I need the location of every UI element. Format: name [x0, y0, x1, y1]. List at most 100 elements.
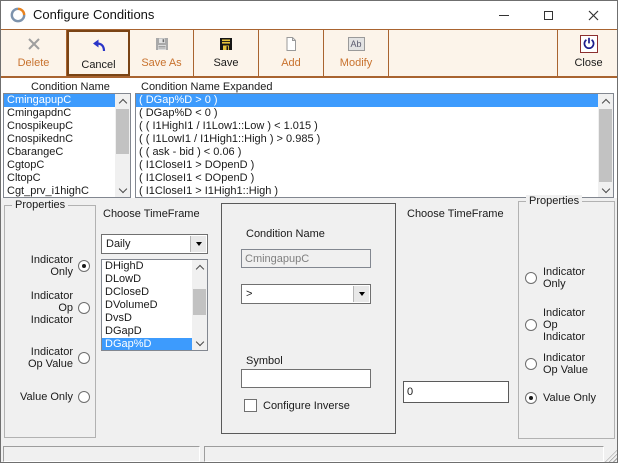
- radio-option-indicator-op-indicator[interactable]: IndicatorOpIndicator: [519, 307, 614, 343]
- radio-button-icon[interactable]: [525, 272, 537, 284]
- radio-option-indicator-op-indicator[interactable]: IndicatorOpIndicator: [5, 290, 95, 326]
- left-properties-group: Properties IndicatorOnlyIndicatorOpIndic…: [4, 205, 96, 438]
- delete-button-label: Delete: [18, 57, 50, 69]
- app-logo-icon: [10, 7, 26, 23]
- condition-list-item[interactable]: CgtopC: [4, 159, 115, 172]
- indicator-list-item[interactable]: DGapD: [102, 325, 192, 338]
- timeframe-combobox[interactable]: Daily: [101, 234, 208, 254]
- expanded-list-item[interactable]: ( ( I1LowI1 / I1High1::High ) > 0.985 ): [136, 133, 598, 146]
- operator-combobox[interactable]: >: [241, 284, 371, 304]
- radio-option-value-only[interactable]: Value Only: [519, 392, 614, 404]
- delete-button[interactable]: Delete: [1, 30, 67, 76]
- condition-expanded-list[interactable]: ( DGap%D > 0 )( DGap%D < 0 )( ( I1HighI1…: [135, 93, 614, 198]
- condition-list-item[interactable]: CbarangeC: [4, 146, 115, 159]
- scroll-down-icon[interactable]: [192, 336, 207, 350]
- indicator-list-item[interactable]: DCloseD: [102, 286, 192, 299]
- value-input[interactable]: [403, 381, 509, 403]
- expanded-list-item[interactable]: ( I1CloseI1 < DOpenD ): [136, 172, 598, 185]
- timeframe-combobox-value: Daily: [106, 235, 130, 253]
- condition-list-scrollbar[interactable]: [115, 94, 130, 197]
- modify-button[interactable]: Ab Modify: [324, 30, 389, 76]
- radio-option-indicator-only[interactable]: IndicatorOnly: [5, 254, 95, 278]
- add-button[interactable]: Add: [259, 30, 324, 76]
- condition-name-list[interactable]: CmingapupCCmingapdnCCnospikeupCCnospiked…: [3, 93, 131, 198]
- condition-list-item[interactable]: Cgt_prv_i1highC: [4, 185, 115, 198]
- indicator-list[interactable]: DHighDDLowDDCloseDDVolumeDDvsDDGapDDGap%…: [101, 259, 208, 351]
- expanded-list-item[interactable]: ( ( ask - bid ) < 0.06 ): [136, 146, 598, 159]
- expanded-list-item[interactable]: ( DGap%D < 0 ): [136, 107, 598, 120]
- ab-icon: Ab: [348, 34, 365, 54]
- radio-button-icon[interactable]: [78, 391, 90, 403]
- floppy-icon: [218, 34, 234, 54]
- cancel-button-label: Cancel: [81, 59, 115, 71]
- status-panel-right: [204, 446, 604, 462]
- close-window-button[interactable]: [571, 1, 616, 29]
- delete-x-icon: [26, 34, 42, 54]
- condition-list-item[interactable]: CltopC: [4, 172, 115, 185]
- dropdown-arrow-icon[interactable]: [190, 236, 206, 252]
- save-button[interactable]: Save: [194, 30, 259, 76]
- operator-combobox-value: >: [246, 285, 252, 303]
- condition-name-field-value: CmingapupC: [245, 253, 309, 265]
- window-title: Configure Conditions: [33, 1, 154, 29]
- scrollbar-thumb[interactable]: [116, 109, 129, 154]
- condition-list-item[interactable]: CmingapupC: [4, 94, 115, 107]
- configure-inverse-label: Configure Inverse: [263, 400, 350, 412]
- symbol-input[interactable]: [241, 369, 371, 388]
- condition-name-label: Condition Name: [246, 228, 325, 240]
- expanded-list-item[interactable]: ( DGap%D > 0 ): [136, 94, 598, 107]
- radio-button-icon[interactable]: [78, 302, 90, 314]
- radio-option-indicator-op-value[interactable]: IndicatorOp Value: [5, 346, 95, 370]
- configure-conditions-window: Configure Conditions Delete Cancel Save …: [0, 0, 618, 463]
- resize-grip[interactable]: [605, 450, 617, 462]
- maximize-button[interactable]: [526, 1, 571, 29]
- save-button-label: Save: [213, 57, 238, 69]
- scrollbar-thumb[interactable]: [599, 109, 612, 182]
- close-button[interactable]: Close: [557, 30, 618, 76]
- scroll-down-icon[interactable]: [598, 183, 613, 197]
- indicator-list-item[interactable]: DGap%D: [102, 338, 192, 351]
- radio-option-indicator-op-value[interactable]: IndicatorOp Value: [519, 352, 614, 376]
- toolbar: Delete Cancel Save As Save Add: [1, 29, 617, 78]
- radio-option-label: Value Only: [20, 391, 73, 403]
- symbol-label: Symbol: [246, 355, 283, 367]
- configure-inverse-checkbox[interactable]: [244, 399, 257, 412]
- scroll-up-icon[interactable]: [192, 260, 207, 274]
- radio-button-icon[interactable]: [78, 352, 90, 364]
- radio-option-indicator-only[interactable]: IndicatorOnly: [519, 266, 614, 290]
- indicator-list-item[interactable]: DHighD: [102, 260, 192, 273]
- expanded-list-item[interactable]: ( ( I1HighI1 / I1Low1::Low ) < 1.015 ): [136, 120, 598, 133]
- indicator-list-item[interactable]: DVolumeD: [102, 299, 192, 312]
- expanded-list-scrollbar[interactable]: [598, 94, 613, 197]
- scroll-up-icon[interactable]: [598, 94, 613, 108]
- maximize-icon: [544, 11, 553, 20]
- cancel-button[interactable]: Cancel: [67, 30, 130, 76]
- condition-list-item[interactable]: CnospikeupC: [4, 120, 115, 133]
- undo-icon: [90, 36, 108, 56]
- condition-list-item[interactable]: CnospikednC: [4, 133, 115, 146]
- indicator-list-item[interactable]: DvsD: [102, 312, 192, 325]
- scroll-down-icon[interactable]: [115, 183, 130, 197]
- radio-option-label: IndicatorOp Value: [543, 352, 588, 376]
- condition-list-item[interactable]: CmingapdnC: [4, 107, 115, 120]
- scroll-up-icon[interactable]: [115, 94, 130, 108]
- save-as-button[interactable]: Save As: [130, 30, 194, 76]
- radio-option-value-only[interactable]: Value Only: [5, 391, 95, 403]
- choose-timeframe-label-right: Choose TimeFrame: [407, 208, 504, 220]
- condition-name-header: Condition Name: [31, 81, 110, 93]
- right-properties-title: Properties: [526, 195, 582, 207]
- radio-button-icon[interactable]: [525, 392, 537, 404]
- expanded-list-item[interactable]: ( I1CloseI1 > DOpenD ): [136, 159, 598, 172]
- radio-button-icon[interactable]: [78, 260, 90, 272]
- scrollbar-thumb[interactable]: [193, 289, 206, 315]
- radio-option-label: Value Only: [543, 392, 596, 404]
- minimize-button[interactable]: [481, 1, 526, 29]
- dropdown-arrow-icon[interactable]: [353, 286, 369, 302]
- radio-option-label: IndicatorOnly: [31, 254, 73, 278]
- power-icon: [580, 34, 598, 54]
- left-properties-title: Properties: [12, 199, 68, 211]
- radio-button-icon[interactable]: [525, 319, 537, 331]
- indicator-list-item[interactable]: DLowD: [102, 273, 192, 286]
- indicator-list-scrollbar[interactable]: [192, 260, 207, 350]
- radio-button-icon[interactable]: [525, 358, 537, 370]
